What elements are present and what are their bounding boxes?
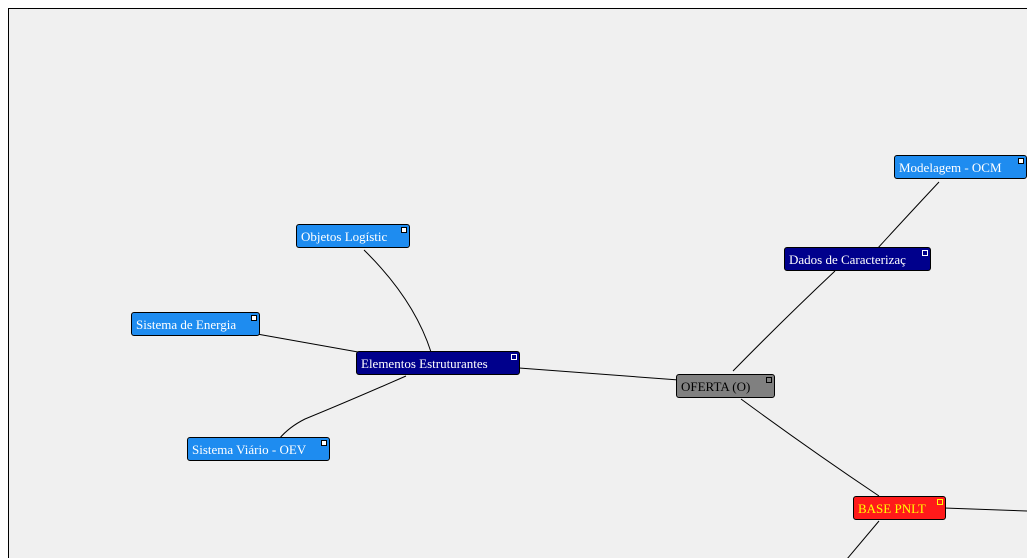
node-oferta-label: OFERTA (O) — [681, 379, 751, 394]
node-viario-label: Sistema Viário - OEV — [192, 442, 307, 457]
node-energia-label: Sistema de Energia — [136, 317, 237, 332]
node-oferta[interactable]: OFERTA (O) — [676, 374, 775, 398]
edge-elementos-energia — [256, 333, 359, 353]
edge-base-down — [847, 520, 880, 558]
expand-handle-icon[interactable] — [937, 499, 943, 505]
expand-handle-icon[interactable] — [511, 354, 517, 360]
node-sistema-energia[interactable]: Sistema de Energia — [131, 312, 260, 336]
connector-lines — [256, 181, 1027, 558]
edge-elementos-objetos — [363, 249, 432, 353]
node-objetos-logisticos[interactable]: Objetos Logístic — [296, 224, 410, 248]
edge-oferta-elementos — [518, 367, 680, 381]
expand-handle-icon[interactable] — [1018, 158, 1024, 164]
node-modelagem-label: Modelagem - OCM — [899, 160, 1002, 175]
edge-dados-modelagem — [876, 181, 940, 250]
node-dados-label: Dados de Caracterizaç — [789, 252, 906, 267]
node-base-pnlt[interactable]: BASE PNLT — [853, 496, 946, 520]
expand-handle-icon[interactable] — [321, 440, 327, 446]
node-modelagem-ocm[interactable]: Modelagem - OCM — [894, 155, 1027, 179]
node-dados-caracterizacao[interactable]: Dados de Caracterizaç — [784, 247, 931, 271]
mind-map-canvas[interactable]: OFERTA (O) Elementos Estruturantes Objet… — [8, 8, 1027, 558]
expand-handle-icon[interactable] — [766, 377, 772, 383]
edge-oferta-base — [740, 398, 880, 497]
edge-base-right — [943, 507, 1027, 512]
expand-handle-icon[interactable] — [251, 315, 257, 321]
expand-handle-icon[interactable] — [401, 227, 407, 233]
node-sistema-viario[interactable]: Sistema Viário - OEV — [187, 437, 330, 461]
expand-handle-icon[interactable] — [922, 250, 928, 256]
node-base-label: BASE PNLT — [858, 501, 926, 516]
node-objetos-label: Objetos Logístic — [301, 229, 388, 244]
node-elementos-label: Elementos Estruturantes — [361, 356, 488, 371]
edge-oferta-dados — [732, 270, 836, 372]
edge-elementos-viario — [278, 375, 407, 440]
node-elementos-estruturantes[interactable]: Elementos Estruturantes — [356, 351, 520, 375]
